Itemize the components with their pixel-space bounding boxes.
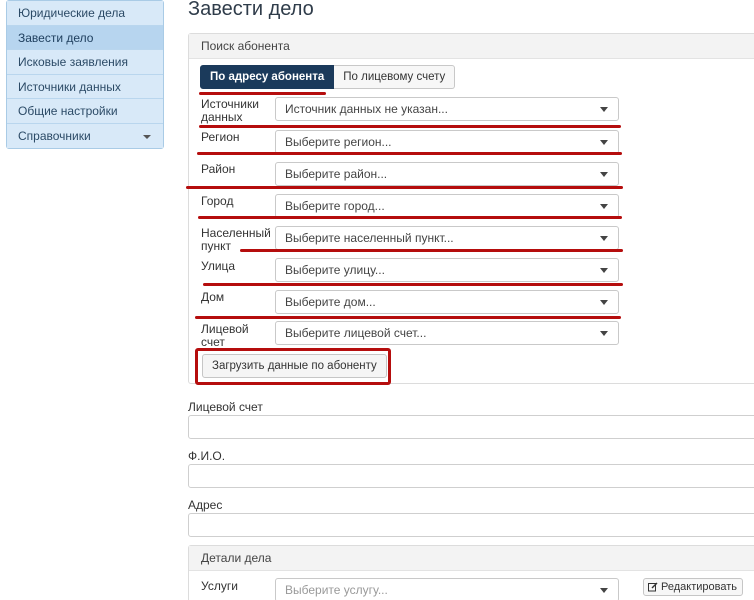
full-name-label: Ф.И.О.: [188, 449, 226, 463]
page-title: Завести дело: [188, 0, 314, 20]
full-name-input[interactable]: [188, 464, 754, 488]
annotation-underline: [197, 152, 622, 155]
panel-heading: Поиск абонента: [189, 34, 754, 59]
select-value: Выберите улицу...: [285, 263, 385, 277]
sidebar-nav: Юридические дела Завести дело Исковые за…: [6, 0, 164, 149]
sidebar-item-label: Справочники: [18, 128, 91, 143]
account-label: Лицевой счет: [201, 322, 249, 349]
services-label: Услуги: [201, 579, 238, 593]
annotation-underline: [203, 283, 623, 286]
dropdown-arrow-icon: [600, 172, 608, 177]
sidebar-item-claims[interactable]: Исковые заявления: [7, 50, 163, 75]
sidebar-item-data-sources[interactable]: Источники данных: [7, 74, 163, 99]
services-select[interactable]: Выберите услугу...: [275, 578, 619, 600]
data-source-select[interactable]: Источник данных не указан...: [275, 97, 619, 121]
data-sources-label: Источники данных: [201, 97, 259, 124]
region-select[interactable]: Выберите регион...: [275, 130, 619, 154]
dropdown-arrow-icon: [600, 140, 608, 145]
caret-down-icon: [143, 134, 151, 139]
select-value: Выберите населенный пункт...: [285, 231, 454, 245]
edit-button-label: Редактировать: [661, 581, 737, 593]
dropdown-arrow-icon: [600, 300, 608, 305]
dropdown-arrow-icon: [600, 107, 608, 112]
edit-button[interactable]: Редактировать: [643, 578, 743, 596]
annotation-underline: [199, 92, 326, 95]
dropdown-arrow-icon: [600, 204, 608, 209]
dropdown-arrow-icon: [600, 236, 608, 241]
select-value: Выберите район...: [285, 167, 388, 181]
street-select[interactable]: Выберите улицу...: [275, 258, 619, 282]
tab-by-address[interactable]: По адресу абонента: [200, 65, 335, 89]
edit-icon: [648, 582, 658, 592]
select-value: Выберите регион...: [285, 135, 392, 149]
search-mode-tabs: По адресу абонента По лицевому счету: [200, 65, 456, 89]
annotation-underline: [186, 186, 623, 189]
select-value: Выберите услугу...: [285, 583, 388, 597]
sidebar-item-create-case[interactable]: Завести дело: [7, 25, 163, 50]
address-input[interactable]: [188, 513, 754, 537]
select-value: Выберите лицевой счет...: [285, 326, 427, 340]
annotation-underline: [199, 125, 621, 128]
dropdown-arrow-icon: [600, 331, 608, 336]
account-number-label: Лицевой счет: [188, 400, 263, 414]
tab-by-account[interactable]: По лицевому счету: [334, 65, 456, 89]
sidebar-item-general-settings[interactable]: Общие настройки: [7, 99, 163, 124]
load-subscriber-data-button[interactable]: Загрузить данные по абоненту: [202, 354, 387, 378]
district-label: Район: [201, 162, 236, 176]
annotation-underline: [198, 216, 622, 219]
account-select[interactable]: Выберите лицевой счет...: [275, 321, 619, 345]
sidebar-item-legal-cases[interactable]: Юридические дела: [7, 1, 163, 26]
dropdown-arrow-icon: [600, 588, 608, 593]
select-value: Источник данных не указан...: [285, 102, 448, 116]
city-label: Город: [201, 194, 234, 208]
select-value: Выберите город...: [285, 199, 385, 213]
dropdown-arrow-icon: [600, 268, 608, 273]
address-label: Адрес: [188, 498, 223, 512]
annotation-underline: [195, 316, 621, 319]
house-label: Дом: [201, 290, 225, 304]
settlement-select[interactable]: Выберите населенный пункт...: [275, 226, 619, 250]
region-label: Регион: [201, 130, 240, 144]
house-select[interactable]: Выберите дом...: [275, 290, 619, 314]
account-number-input[interactable]: [188, 415, 754, 439]
annotation-underline: [240, 249, 623, 252]
panel-heading: Детали дела: [189, 546, 754, 571]
select-value: Выберите дом...: [285, 295, 376, 309]
street-label: Улица: [201, 259, 236, 273]
city-select[interactable]: Выберите город...: [275, 194, 619, 218]
district-select[interactable]: Выберите район...: [275, 162, 619, 186]
sidebar-item-reference-books[interactable]: Справочники: [7, 123, 163, 148]
